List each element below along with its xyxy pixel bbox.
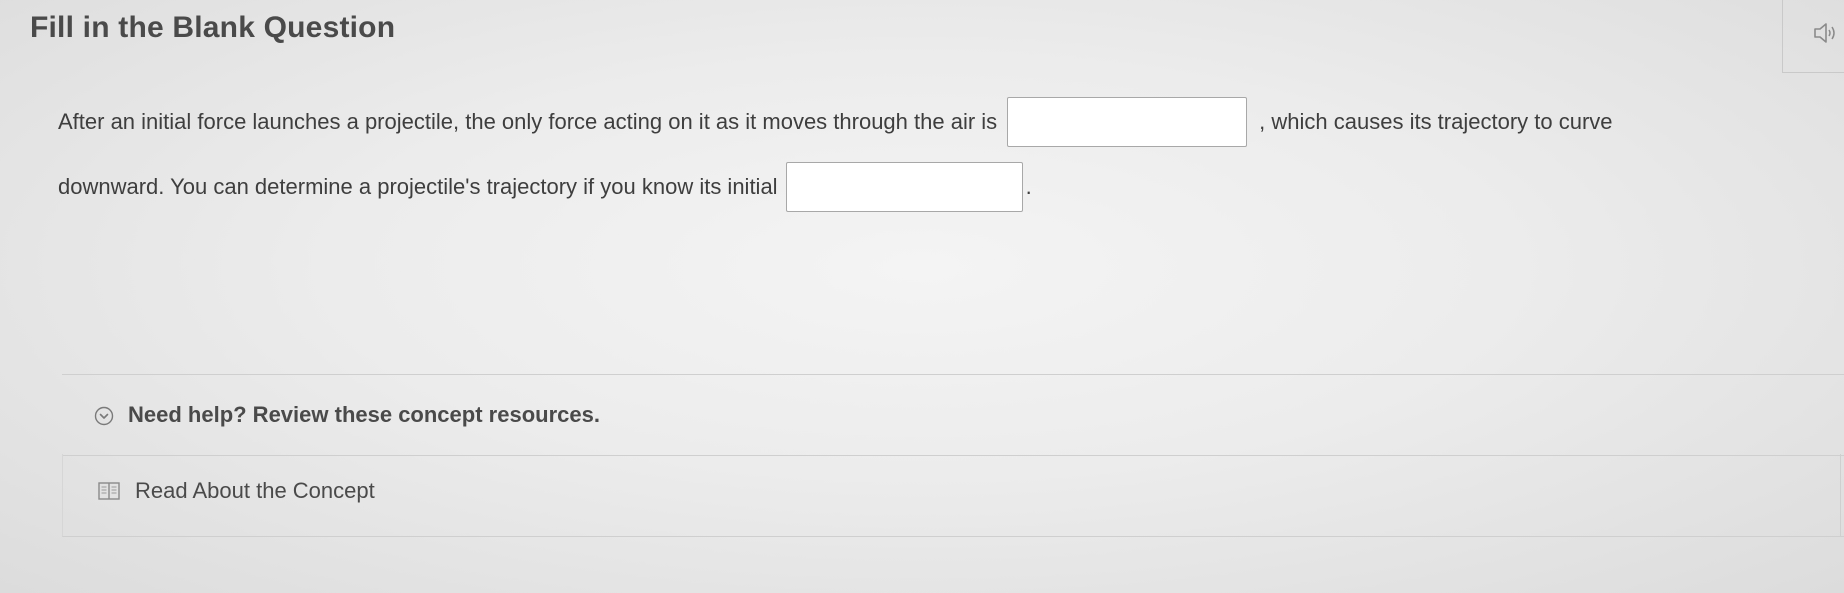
question-title: Fill in the Blank Question [30,11,396,44]
blank-input-1[interactable] [1007,97,1248,147]
chevron-down-circle-icon [94,406,114,426]
question-text-part-2: , which causes its trajectory to curve [1259,109,1613,134]
help-label: Need help? Review these concept resource… [128,402,600,427]
question-text-part-1: After an initial force launches a projec… [58,109,998,134]
resource-panel-edge [1840,454,1841,536]
speaker-icon [1814,23,1835,43]
question-line-1: After an initial force launches a projec… [58,97,1613,147]
resource-panel: Read About the Concept [62,454,1844,537]
blank-input-2[interactable] [785,162,1023,212]
read-concept-label: Read About the Concept [135,478,375,503]
book-icon [98,482,120,500]
question-text-part-4: . [1025,174,1032,199]
audio-button[interactable] [1812,20,1840,46]
read-concept-link[interactable]: Read About the Concept [97,478,375,504]
question-line-2: downward. You can determine a projectile… [58,162,1032,212]
question-text-part-3: downward. You can determine a projectile… [58,174,778,199]
help-toggle[interactable]: Need help? Review these concept resource… [62,374,1844,456]
